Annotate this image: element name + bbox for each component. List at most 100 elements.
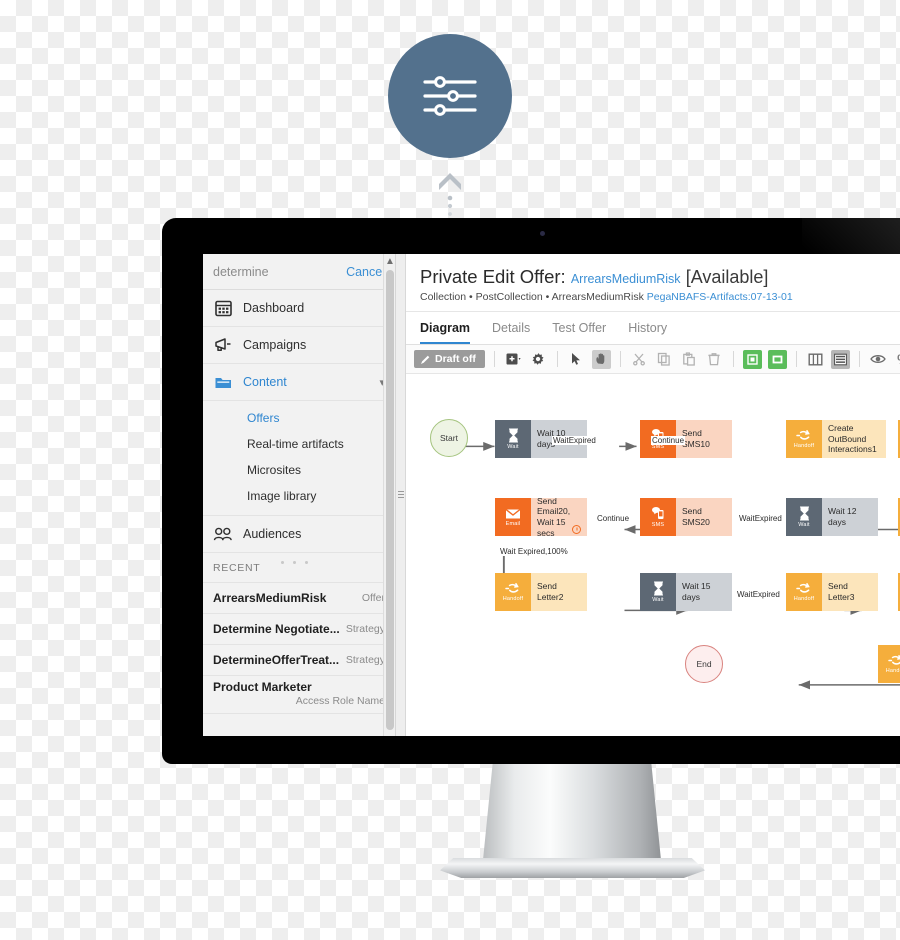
hourglass-icon: Wait xyxy=(495,420,531,458)
node-label: Send Letter2 xyxy=(531,573,587,611)
sidebar-item-label: Audiences xyxy=(243,527,302,541)
recent-row[interactable]: DetermineOfferTreat... Strategy xyxy=(203,645,395,676)
hourglass-icon: Wait xyxy=(786,498,822,536)
sidebar-subitem-microsites[interactable]: Microsites xyxy=(203,457,395,483)
diagram-node-create-outbound[interactable]: Handoff Create OutBound Interactions1 xyxy=(786,420,886,458)
paste-icon xyxy=(683,352,696,366)
search-input[interactable]: determine xyxy=(213,265,346,279)
add-shape-button[interactable] xyxy=(504,350,523,369)
clock-icon xyxy=(572,525,581,534)
dashboard-grid-icon xyxy=(213,298,233,318)
node-label: Create OutBound Interactions1 xyxy=(822,420,886,458)
node-type-tag: Handoff xyxy=(793,443,815,449)
plus-square-icon xyxy=(506,353,521,364)
scrollbar-thumb[interactable] xyxy=(386,270,394,730)
node-type-tag: Handoff xyxy=(885,668,900,674)
search-cancel-button[interactable]: Cancel xyxy=(346,265,385,279)
tab-details[interactable]: Details xyxy=(492,321,530,344)
toolbar-separator xyxy=(619,351,621,367)
diagram-node-start[interactable]: Start xyxy=(430,419,468,457)
webcam-icon xyxy=(539,231,545,236)
sidebar-subitem-real-time-artifacts[interactable]: Real-time artifacts xyxy=(203,431,395,457)
diagram-toolbar: Draft off xyxy=(406,345,900,374)
diagram-canvas[interactable]: Start Wait Wait 10 days WaitExpired SMS … xyxy=(406,374,900,736)
paste-button[interactable] xyxy=(680,350,699,369)
cursor-arrow-icon xyxy=(572,353,581,365)
diagram-node-send-letter2[interactable]: Handoff Send Letter2 xyxy=(495,573,587,611)
diagram-node-handoff-right-4[interactable]: Handoff xyxy=(878,645,900,683)
frame-shape-button[interactable] xyxy=(767,349,787,369)
diagram-node-end[interactable]: End xyxy=(685,645,723,683)
delete-button[interactable] xyxy=(705,350,724,369)
sidebar-item-content[interactable]: Content ▾ xyxy=(203,364,395,401)
diagram-node-send-letter3[interactable]: Handoff Send Letter3 xyxy=(786,573,878,611)
diagram-node-wait15[interactable]: Wait Wait 15 days xyxy=(640,573,732,611)
recent-row-name: Determine Negotiate... xyxy=(213,622,340,636)
node-label: Send Letter3 xyxy=(822,573,878,611)
node-type-tag: SMS xyxy=(651,522,665,528)
preview-button[interactable] xyxy=(869,350,888,369)
draft-toggle-label: Draft off xyxy=(435,353,476,365)
sidebar-item-label: Campaigns xyxy=(243,338,307,352)
megaphone-icon xyxy=(213,335,233,355)
sidebar-scrollbar[interactable]: ▲ xyxy=(383,254,395,736)
page-title-status: [Available] xyxy=(685,267,769,287)
cut-button[interactable] xyxy=(630,350,649,369)
settings-button[interactable] xyxy=(529,350,548,369)
tab-diagram[interactable]: Diagram xyxy=(420,321,471,344)
recent-row-kind: Offer xyxy=(361,592,385,604)
recent-row-kind: Strategy xyxy=(345,654,385,666)
node-label: Start xyxy=(440,433,458,443)
toolbar-separator xyxy=(732,351,734,367)
recent-row[interactable]: Determine Negotiate... Strategy xyxy=(203,614,395,645)
sidebar-item-campaigns[interactable]: Campaigns xyxy=(203,327,395,364)
diagram-node-wait12[interactable]: Wait Wait 12 days xyxy=(786,498,878,536)
hand-icon xyxy=(596,353,605,364)
align-shape-button[interactable] xyxy=(742,349,762,369)
page-title: Private Edit Offer: ArrearsMediumRisk [A… xyxy=(420,266,900,288)
pointer-tool-button[interactable] xyxy=(567,350,586,369)
percent-button[interactable]: % xyxy=(894,350,900,369)
panel-splitter[interactable] xyxy=(396,254,406,736)
copy-button[interactable] xyxy=(655,350,674,369)
recent-title: RECENT xyxy=(213,561,261,574)
monitor-stand-neck xyxy=(482,762,662,870)
page-header: Private Edit Offer: ArrearsMediumRisk [A… xyxy=(406,254,900,312)
trash-icon xyxy=(708,353,720,366)
tab-history[interactable]: History xyxy=(628,321,667,344)
breadcrumb-ruleset-link[interactable]: PegaNBAFS-Artifacts:07-13-01 xyxy=(647,291,793,303)
sidebar-item-dashboard[interactable]: Dashboard xyxy=(203,290,395,327)
page-stage: determine Cancel Dashboard Campaigns Con… xyxy=(0,0,900,940)
draft-toggle-button[interactable]: Draft off xyxy=(414,350,485,368)
hourglass-icon: Wait xyxy=(640,573,676,611)
recent-row[interactable]: ArrearsMediumRisk Offer xyxy=(203,583,395,614)
edge-label: WaitExpired xyxy=(738,514,783,523)
recent-row-name: DetermineOfferTreat... xyxy=(213,653,340,667)
monitor-stand-base xyxy=(440,858,705,878)
tab-test-offer[interactable]: Test Offer xyxy=(552,321,606,344)
breadcrumb-path: Collection • PostCollection • ArrearsMed… xyxy=(420,291,644,303)
sidebar-subitem-offers[interactable]: Offers xyxy=(203,405,395,431)
node-type-tag: Email xyxy=(505,520,521,527)
sidebar-item-audiences[interactable]: Audiences xyxy=(203,516,395,553)
node-label: End xyxy=(696,659,712,669)
diagram-node-sms20[interactable]: SMS Send SMS20 xyxy=(640,498,732,536)
pan-tool-button[interactable] xyxy=(591,349,611,369)
diagram-node-send-email20[interactable]: Email Send Email20, Wait 15 secs xyxy=(495,496,587,538)
recent-dots-icon xyxy=(281,561,308,564)
edge-label: WaitExpired xyxy=(736,590,781,599)
columns-layout-button[interactable] xyxy=(806,350,825,369)
page-title-ref-link[interactable]: ArrearsMediumRisk xyxy=(571,272,681,286)
sidebar-subitem-image-library[interactable]: Image library xyxy=(203,483,395,509)
recent-row-kind: Strategy xyxy=(345,623,385,635)
green-square-icon xyxy=(747,353,758,365)
recent-row[interactable]: Product Marketer Access Role Name xyxy=(203,676,395,714)
node-type-tag: Handoff xyxy=(502,596,524,602)
rows-layout-button[interactable] xyxy=(830,349,850,369)
content-children: Offers Real-time artifacts Microsites Im… xyxy=(203,401,395,516)
edge-label: Continue xyxy=(596,514,631,523)
toolbar-separator xyxy=(858,351,860,367)
scroll-up-icon[interactable]: ▲ xyxy=(384,256,396,268)
node-type-tag: Wait xyxy=(507,444,519,450)
sidebar-search-row[interactable]: determine Cancel xyxy=(203,254,395,290)
